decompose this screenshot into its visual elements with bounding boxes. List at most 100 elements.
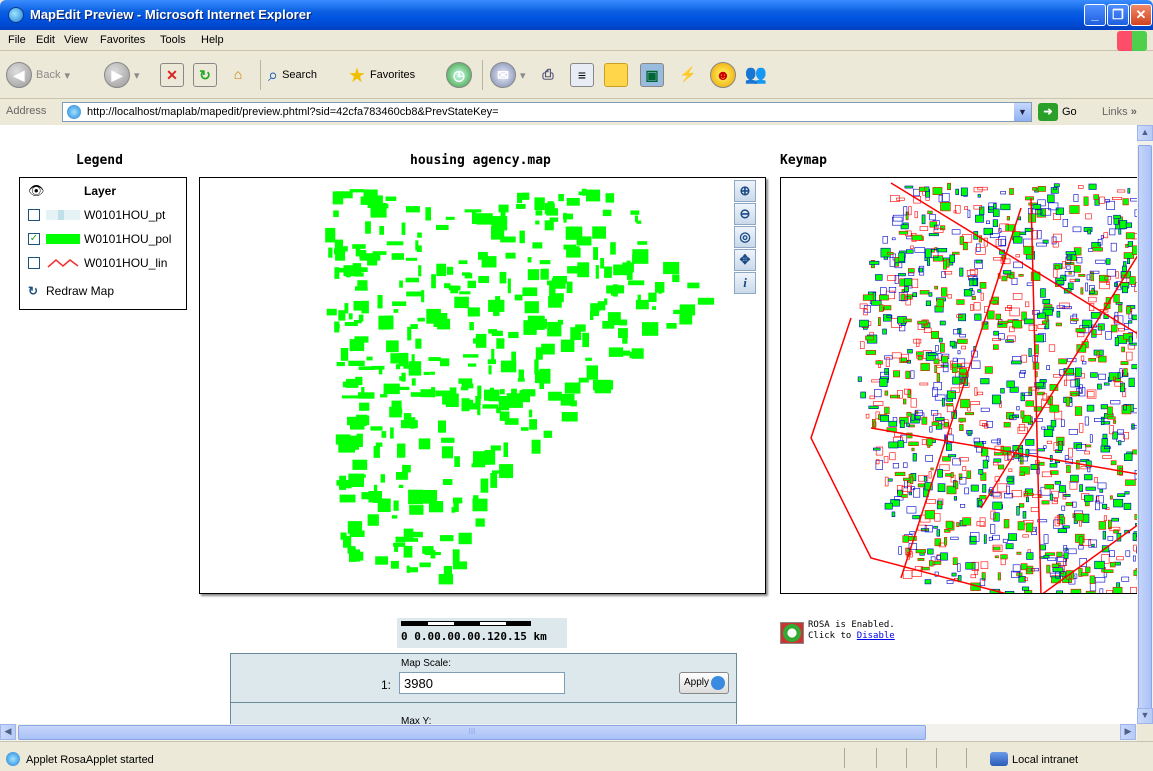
layer-lin-checkbox[interactable] <box>28 257 40 269</box>
keymap-parcel <box>1056 551 1063 558</box>
scroll-down-icon[interactable]: ▼ <box>1137 708 1153 724</box>
keymap-parcel <box>975 247 986 255</box>
address-input[interactable]: http://localhost/maplab/mapedit/preview.… <box>62 102 1032 122</box>
go-arrow-icon[interactable]: ➜ <box>1038 103 1058 121</box>
horizontal-scroll-thumb[interactable]: III <box>18 725 926 740</box>
keymap-parcel <box>865 335 874 341</box>
parcel-shape <box>359 402 370 411</box>
keymap-parcel <box>909 476 914 484</box>
back-button[interactable]: ◀ Back ▾ <box>6 60 70 90</box>
parcel-shape <box>343 535 352 548</box>
scale-bar-graphic <box>401 621 531 626</box>
map-view[interactable] <box>199 177 766 594</box>
keymap-parcel <box>1048 344 1056 352</box>
layer-pol-checkbox[interactable]: ✓ <box>28 233 40 245</box>
discuss-button[interactable] <box>604 60 628 90</box>
menu-edit[interactable]: Edit <box>36 34 55 46</box>
keymap-parcel <box>1032 187 1038 191</box>
rosa-disable-link[interactable]: Disable <box>857 631 895 641</box>
parcel-shape <box>458 260 468 265</box>
map-image[interactable] <box>200 178 766 594</box>
keymap-parcel <box>980 292 984 301</box>
research-button[interactable]: ▣ <box>640 60 664 90</box>
apply-button[interactable]: Apply <box>679 672 729 694</box>
rosa-enabled-text: ROSA is Enabled. <box>808 620 895 630</box>
keymap-parcel <box>931 248 935 253</box>
scroll-up-icon[interactable]: ▲ <box>1137 125 1153 141</box>
parcel-shape <box>697 297 715 305</box>
keymap-parcel <box>884 390 889 396</box>
favorites-button[interactable]: ★ Favorites <box>348 60 415 90</box>
keymap-parcel <box>990 524 996 534</box>
keymap-parcel <box>955 480 959 490</box>
maximize-button[interactable]: ❐ <box>1107 4 1129 26</box>
legend-layer-row[interactable]: W0101HOU_pt <box>28 206 165 224</box>
links-button[interactable]: Links » <box>1102 106 1137 118</box>
keymap-parcel <box>1088 296 1097 303</box>
scroll-left-icon[interactable]: ◀ <box>0 724 16 740</box>
keymap-parcel <box>1022 511 1027 519</box>
keymap-parcel <box>1117 328 1125 332</box>
keymap-parcel <box>979 494 987 500</box>
keymap-parcel <box>929 214 936 221</box>
menu-tools[interactable]: Tools <box>160 34 186 46</box>
search-button[interactable]: ⌕ Search <box>268 60 317 90</box>
parcel-shape <box>527 269 539 281</box>
stop-button[interactable]: ✕ <box>160 60 184 90</box>
menu-favorites[interactable]: Favorites <box>100 34 145 46</box>
keymap-image[interactable] <box>781 178 1137 594</box>
horizontal-scrollbar[interactable]: ◀ III ▶ <box>0 724 1137 741</box>
parcel-shape <box>384 315 394 330</box>
keymap-parcel <box>1067 548 1077 555</box>
vertical-scroll-thumb[interactable] <box>1138 145 1152 725</box>
minimize-button[interactable]: _ <box>1084 4 1106 26</box>
address-dropdown-icon[interactable]: ▼ <box>1014 103 1031 121</box>
users-button[interactable]: 👥 <box>744 60 768 90</box>
menu-help[interactable]: Help <box>201 34 224 46</box>
vertical-scrollbar[interactable]: ▲ ▼ <box>1137 125 1153 725</box>
parcel-shape <box>333 210 339 217</box>
info-icon[interactable]: i <box>734 272 756 294</box>
parcel-shape <box>454 296 469 309</box>
keymap-parcel <box>1098 521 1106 530</box>
zoom-full-icon[interactable]: ◎ <box>734 226 756 248</box>
mail-button[interactable]: ✉ ▾ <box>490 60 526 90</box>
edit-button[interactable]: ≡ <box>570 60 594 90</box>
keymap-view[interactable] <box>780 177 1137 594</box>
legend-layer-row[interactable]: ✓ W0101HOU_pol <box>28 230 171 248</box>
refresh-button[interactable]: ↻ <box>193 60 217 90</box>
zoom-out-icon[interactable]: ⊖ <box>734 203 756 225</box>
parcel-shape <box>357 392 375 399</box>
smiley-button[interactable]: ☻ <box>710 60 736 90</box>
keymap-parcel <box>884 406 890 415</box>
messenger-button[interactable]: ⚡ <box>676 60 700 90</box>
forward-button[interactable]: ▶ ▾ <box>104 60 140 90</box>
layer-pt-checkbox[interactable] <box>28 209 40 221</box>
parcel-shape <box>338 310 346 321</box>
menu-file[interactable]: File <box>8 34 26 46</box>
zoom-in-icon[interactable]: ⊕ <box>734 180 756 202</box>
menu-view[interactable]: View <box>64 34 88 46</box>
keymap-parcel <box>946 259 950 268</box>
map-scale-input[interactable] <box>399 672 565 694</box>
history-button[interactable]: ◷ <box>446 60 472 90</box>
close-button[interactable]: ✕ <box>1130 4 1152 26</box>
keymap-parcel <box>979 517 986 527</box>
legend-layer-row[interactable]: W0101HOU_lin <box>28 254 167 272</box>
redraw-map-button[interactable]: ↻ Redraw Map <box>28 282 114 300</box>
keymap-parcel <box>1099 588 1104 593</box>
parcel-shape <box>673 309 682 315</box>
keymap-parcel <box>1120 361 1129 365</box>
legend-panel: 👁 Layer W0101HOU_pt ✓ W0101HOU_pol W0101… <box>19 177 187 310</box>
keymap-parcel <box>935 345 939 352</box>
keymap-parcel <box>926 499 936 504</box>
keymap-parcel <box>987 310 995 320</box>
keymap-parcel <box>917 557 925 561</box>
parcel-shape <box>602 209 612 217</box>
go-button[interactable]: Go <box>1062 106 1077 118</box>
home-button[interactable]: ⌂ <box>226 60 250 90</box>
keymap-parcel <box>880 415 890 422</box>
print-button[interactable]: ⎙ <box>536 60 560 90</box>
scroll-right-icon[interactable]: ▶ <box>1120 724 1136 740</box>
pan-icon[interactable]: ✥ <box>734 249 756 271</box>
